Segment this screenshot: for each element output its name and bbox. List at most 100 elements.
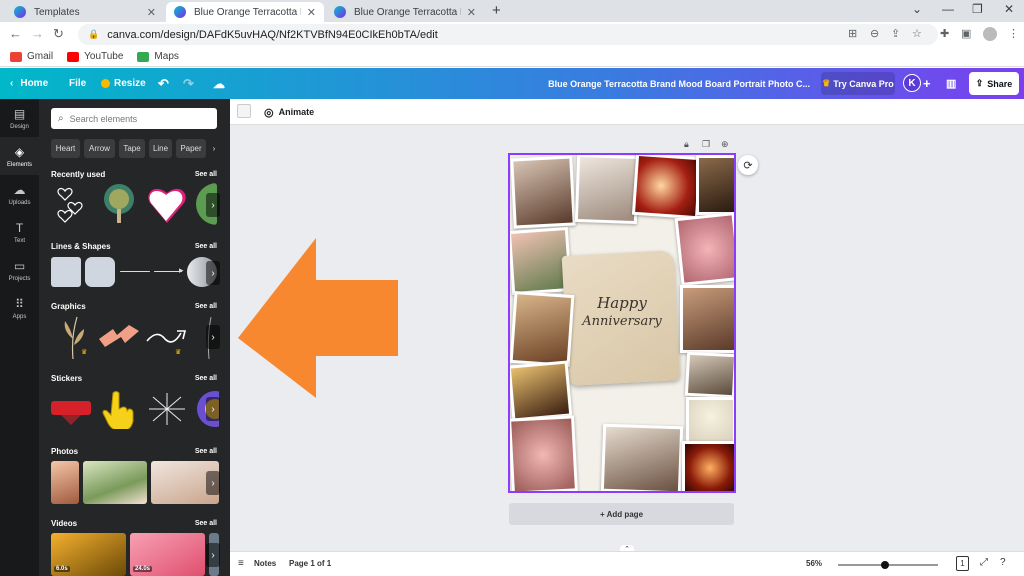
side-panel-icon[interactable]: ▣: [961, 27, 971, 40]
minimize-icon[interactable]: —: [942, 2, 954, 16]
photo-couple-laugh[interactable]: [680, 285, 734, 353]
line-shape-thumb[interactable]: [120, 271, 150, 272]
design-page[interactable]: Happy Anniversary: [508, 153, 736, 493]
chevron-right-icon[interactable]: ›: [206, 261, 220, 285]
lightning-zigzag-thumb[interactable]: [97, 323, 141, 349]
zoom-icon[interactable]: ⊖: [870, 27, 879, 40]
zoom-slider-handle[interactable]: [881, 561, 889, 569]
photo-table[interactable]: [684, 351, 734, 399]
insights-chart-icon[interactable]: ▥: [946, 68, 956, 99]
rounded-square-thumb[interactable]: [85, 257, 115, 287]
chevron-right-icon[interactable]: ›: [209, 139, 219, 158]
undo-button[interactable]: ↶: [158, 68, 169, 99]
chevron-right-icon[interactable]: ›: [206, 471, 220, 495]
see-all-link[interactable]: See all: [195, 375, 217, 382]
sparkle-burst-sticker-thumb[interactable]: [145, 391, 189, 427]
profile-icon[interactable]: [983, 27, 997, 41]
try-canva-pro-button[interactable]: ♛ Try Canva Pro: [821, 72, 895, 95]
see-all-link[interactable]: See all: [195, 243, 217, 250]
chip-arrow[interactable]: Arrow: [84, 139, 115, 158]
extensions-icon[interactable]: ✚: [940, 27, 949, 40]
photo-couple-toast[interactable]: [574, 155, 640, 225]
close-icon[interactable]: ✕: [467, 6, 476, 19]
back-arrow-icon[interactable]: ←: [9, 26, 22, 41]
cloud-sync-icon[interactable]: ☁: [213, 68, 225, 99]
chevron-right-icon[interactable]: ›: [206, 325, 220, 349]
help-icon[interactable]: ?: [1000, 557, 1006, 568]
redo-button[interactable]: ↷: [183, 68, 194, 99]
zoom-level[interactable]: 56%: [806, 559, 822, 568]
lock-icon[interactable]: 🔒︎: [684, 139, 689, 150]
arrow-line-thumb[interactable]: [154, 271, 182, 272]
forward-arrow-icon[interactable]: →: [31, 26, 44, 41]
photo-couple-gift[interactable]: [510, 155, 576, 229]
tree-graphic-thumb[interactable]: [97, 183, 141, 225]
photo-balloons[interactable]: [686, 397, 734, 445]
notes-button[interactable]: Notes: [254, 559, 276, 568]
close-icon[interactable]: ✕: [147, 6, 156, 19]
photo-couple-present[interactable]: [600, 423, 684, 491]
avatar[interactable]: K: [903, 74, 921, 92]
fullscreen-icon[interactable]: ⤢: [980, 557, 988, 568]
design-title[interactable]: Blue Orange Terracotta Brand Mood Board …: [548, 68, 810, 99]
translate-icon[interactable]: ⊞: [848, 27, 857, 40]
curly-arrow-thumb[interactable]: [145, 325, 189, 347]
page-indicator[interactable]: Page 1 of 1: [289, 559, 331, 568]
duplicate-page-icon[interactable]: ❐: [702, 139, 710, 150]
hearts-doodle-thumb[interactable]: [53, 183, 89, 225]
rail-item-text[interactable]: T Text: [0, 213, 39, 251]
see-all-link[interactable]: See all: [195, 171, 217, 178]
photo-roses-close[interactable]: [510, 415, 578, 491]
menu-icon[interactable]: ⋮: [1008, 27, 1019, 40]
window-close-icon[interactable]: ✕: [1004, 2, 1014, 16]
see-all-link[interactable]: See all: [195, 520, 217, 527]
background-color-swatch[interactable]: [237, 104, 251, 118]
see-all-link[interactable]: See all: [195, 448, 217, 455]
bookmark-star-icon[interactable]: ☆: [912, 27, 922, 40]
home-button[interactable]: ‹ Home: [10, 68, 48, 99]
search-input[interactable]: ⌕ Search elements: [51, 108, 217, 129]
tab-search-icon[interactable]: ⌄: [912, 2, 922, 16]
photo-candle-cake[interactable]: [682, 441, 734, 491]
chip-tape[interactable]: Tape: [119, 139, 145, 158]
new-tab-icon[interactable]: +: [492, 2, 501, 19]
photo-thumb[interactable]: [51, 461, 79, 504]
share-button[interactable]: ⇪ Share: [969, 72, 1019, 95]
heart-shape-thumb[interactable]: [147, 183, 187, 225]
share-page-icon[interactable]: ⇪: [891, 27, 900, 40]
square-shape-thumb[interactable]: [51, 257, 81, 287]
file-menu-button[interactable]: File: [69, 68, 86, 99]
rail-item-uploads[interactable]: ☁ Uploads: [0, 175, 39, 213]
reload-icon[interactable]: ↻: [53, 26, 64, 42]
chip-paper[interactable]: Paper: [176, 139, 206, 158]
photo-gift-box[interactable]: [510, 360, 573, 422]
animate-button[interactable]: ◎ Animate: [264, 99, 314, 125]
rail-item-projects[interactable]: ▭ Projects: [0, 251, 39, 289]
chevron-right-icon[interactable]: ›: [206, 193, 220, 217]
rotate-icon[interactable]: ⟳: [738, 155, 758, 175]
rail-item-design[interactable]: ▤ Design: [0, 99, 39, 137]
bookmark-youtube[interactable]: YouTube: [67, 51, 123, 62]
chevron-right-icon[interactable]: ›: [206, 397, 220, 421]
resize-button[interactable]: Resize: [101, 68, 146, 99]
maximize-icon[interactable]: ❐: [972, 2, 983, 16]
chip-heart[interactable]: Heart: [51, 139, 80, 158]
hand-pointer-sticker-thumb[interactable]: [101, 389, 137, 429]
chip-line[interactable]: Line: [149, 139, 172, 158]
photo-pink-roses[interactable]: [674, 212, 734, 286]
chevron-right-icon[interactable]: ›: [206, 543, 220, 567]
rail-item-apps[interactable]: ⠿ Apps: [0, 289, 39, 327]
add-page-icon[interactable]: ⊕: [721, 139, 729, 150]
rail-item-elements[interactable]: ◈ Elements: [0, 137, 39, 175]
photo-thumb[interactable]: [83, 461, 147, 504]
page-count-button[interactable]: 1: [956, 556, 969, 571]
url-bar[interactable]: 🔒 canva.com/design/DAFdK5uvHAQ/Nf2KTVBfN…: [78, 24, 938, 45]
see-all-link[interactable]: See all: [195, 303, 217, 310]
browser-tab-design[interactable]: Blue Orange Terracotta Brand Mo ✕: [326, 2, 484, 22]
add-collaborator-icon[interactable]: +: [923, 68, 931, 99]
photo-dinner[interactable]: [696, 155, 734, 215]
valentines-sticker-thumb[interactable]: [51, 391, 91, 427]
add-page-button[interactable]: + Add page: [509, 503, 734, 525]
photo-couple-wine[interactable]: [510, 290, 575, 368]
photo-candles[interactable]: [631, 155, 703, 220]
